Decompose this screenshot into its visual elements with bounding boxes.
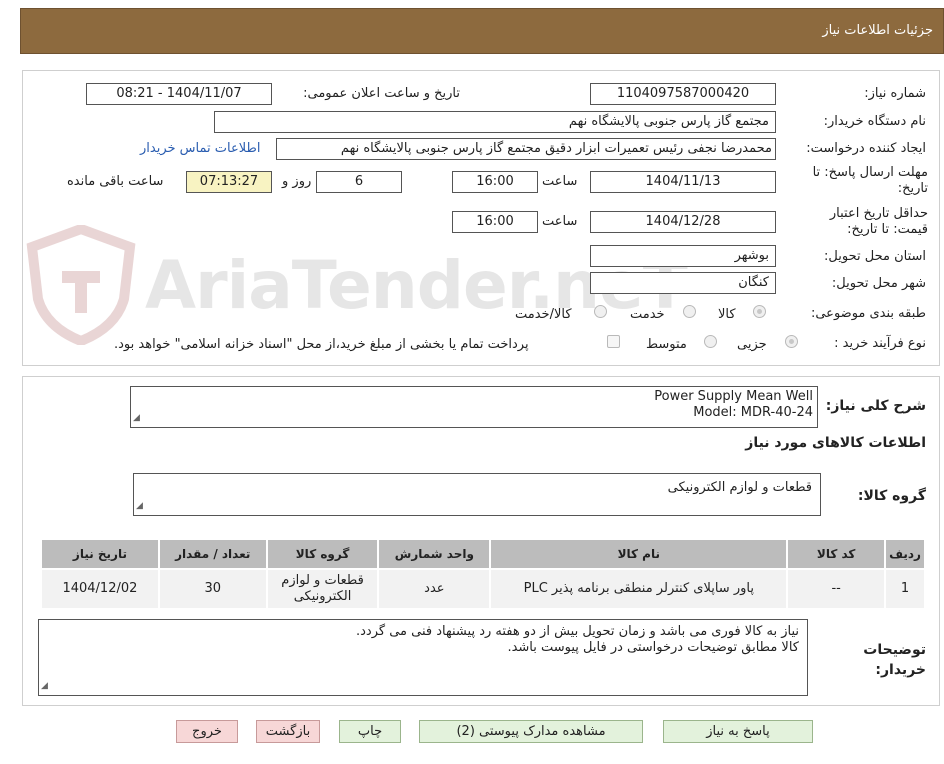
view-attachments-button[interactable]: مشاهده مدارک پیوستی (2): [419, 720, 643, 743]
goods-section-title: اطلاعات کالاهای مورد نیاز: [745, 435, 926, 451]
category-option-service: خدمت: [630, 307, 665, 322]
page-title: جزئیات اطلاعات نیاز: [822, 23, 933, 38]
category-option-goods: کالا: [718, 307, 736, 322]
col-name: نام کالا: [489, 538, 789, 570]
validity-time-label: ساعت: [542, 214, 578, 229]
cell-qty: 30: [157, 568, 268, 610]
process-radio-minor[interactable]: [785, 335, 798, 348]
cell-name: پاور ساپلای کنترلر منطقی برنامه پذیر PLC: [489, 568, 789, 610]
col-date: تاریخ نیاز: [40, 538, 160, 570]
process-option-minor: جزیی: [737, 337, 767, 352]
remaining-label: ساعت باقی مانده: [67, 174, 164, 189]
buyer-org-field[interactable]: مجتمع گاز پارس جنوبی پالایشگاه نهم: [214, 111, 776, 133]
days-label: روز و: [282, 174, 312, 189]
col-code: کد کالا: [786, 538, 887, 570]
need-number-field[interactable]: 1104097587000420: [590, 83, 776, 105]
reply-button[interactable]: پاسخ به نیاز: [663, 720, 813, 743]
deadline-time-label: ساعت: [542, 174, 578, 189]
cell-unit: عدد: [377, 568, 492, 610]
need-summary-label: شرح کلی نیاز:: [825, 398, 926, 414]
cell-group: قطعات و لوازم الکترونیکی: [265, 568, 380, 610]
category-radio-service[interactable]: [683, 305, 696, 318]
requester-field[interactable]: محمدرضا نجفی رئیس تعمیرات ابزار دقیق مجت…: [276, 138, 776, 160]
goods-group-textarea[interactable]: قطعات و لوازم الکترونیکی ◢: [133, 473, 821, 516]
announce-datetime-field[interactable]: 1404/11/07 - 08:21: [86, 83, 272, 105]
deadline-time-field[interactable]: 16:00: [452, 171, 538, 193]
print-button[interactable]: چاپ: [339, 720, 401, 743]
process-label: نوع فرآیند خرید :: [834, 336, 926, 351]
cell-code: --: [786, 568, 887, 610]
buyer-notes-textarea[interactable]: نیاز به کالا فوری می باشد و زمان تحویل ب…: [38, 619, 808, 696]
category-option-goods-service: کالا/خدمت: [515, 307, 572, 322]
buyer-notes-line-2: کالا مطابق توضیحات درخواستی در فایل پیوس…: [507, 640, 799, 655]
process-option-medium: متوسط: [646, 337, 687, 352]
cell-date: 1404/12/02: [40, 568, 160, 610]
goods-table-header: ردیف کد کالا نام کالا واحد شمارش گروه کا…: [40, 538, 926, 570]
need-summary-textarea[interactable]: Power Supply Mean Well Model: MDR-40-24 …: [130, 386, 818, 428]
need-summary-line-2: Model: MDR-40-24: [693, 405, 813, 420]
category-radio-goods[interactable]: [753, 305, 766, 318]
exit-button[interactable]: خروج: [176, 720, 238, 743]
buyer-contact-link[interactable]: اطلاعات تماس خریدار: [140, 141, 260, 156]
treasury-payment-checkbox[interactable]: [607, 335, 620, 348]
col-row: ردیف: [884, 538, 926, 570]
col-group: گروه کالا: [265, 538, 380, 570]
cell-row: 1: [884, 568, 926, 610]
days-remaining-field[interactable]: 6: [316, 171, 402, 193]
validity-date-field[interactable]: 1404/12/28: [590, 211, 776, 233]
category-radio-goods-service[interactable]: [594, 305, 607, 318]
deadline-date-field[interactable]: 1404/11/13: [590, 171, 776, 193]
buyer-notes-line-1: نیاز به کالا فوری می باشد و زمان تحویل ب…: [356, 624, 799, 639]
goods-table: ردیف کد کالا نام کالا واحد شمارش گروه کا…: [40, 538, 926, 610]
resize-grip-icon[interactable]: ◢: [133, 410, 140, 426]
col-unit: واحد شمارش: [377, 538, 492, 570]
resize-grip-icon[interactable]: ◢: [41, 678, 48, 694]
remaining-time-field: 07:13:27: [186, 171, 272, 193]
validity-time-field[interactable]: 16:00: [452, 211, 538, 233]
goods-group-value: قطعات و لوازم الکترونیکی: [667, 480, 812, 495]
col-qty: تعداد / مقدار: [157, 538, 268, 570]
need-number-label: شماره نیاز:: [864, 86, 926, 101]
page-header: جزئیات اطلاعات نیاز: [20, 8, 944, 54]
validity-label: حداقل تاریخ اعتبار قیمت: تا تاریخ:: [829, 206, 928, 237]
back-button[interactable]: بازگشت: [256, 720, 320, 743]
treasury-payment-note: پرداخت تمام یا بخشی از مبلغ خرید،از محل …: [114, 337, 529, 352]
deadline-label: مهلت ارسال پاسخ: تا تاریخ:: [812, 165, 928, 196]
city-field[interactable]: کنگان: [590, 272, 776, 294]
goods-group-label: گروه کالا:: [857, 488, 926, 504]
announce-label: تاریخ و ساعت اعلان عمومی:: [303, 86, 460, 101]
city-label: شهر محل تحویل:: [831, 276, 926, 291]
province-field[interactable]: بوشهر: [590, 245, 776, 267]
buyer-org-label: نام دستگاه خریدار:: [823, 114, 926, 129]
process-radio-medium[interactable]: [704, 335, 717, 348]
category-label: طبقه بندی موضوعی:: [810, 306, 926, 321]
requester-label: ایجاد کننده درخواست:: [806, 141, 926, 156]
buyer-notes-label: توضیحات خریدار:: [856, 640, 926, 680]
province-label: استان محل تحویل:: [824, 249, 926, 264]
table-row: 1 -- پاور ساپلای کنترلر منطقی برنامه پذی…: [40, 568, 926, 610]
buyer-notes-label-text: توضیحات خریدار:: [863, 642, 926, 678]
resize-grip-icon[interactable]: ◢: [136, 498, 143, 514]
need-summary-line-1: Power Supply Mean Well: [654, 389, 813, 404]
